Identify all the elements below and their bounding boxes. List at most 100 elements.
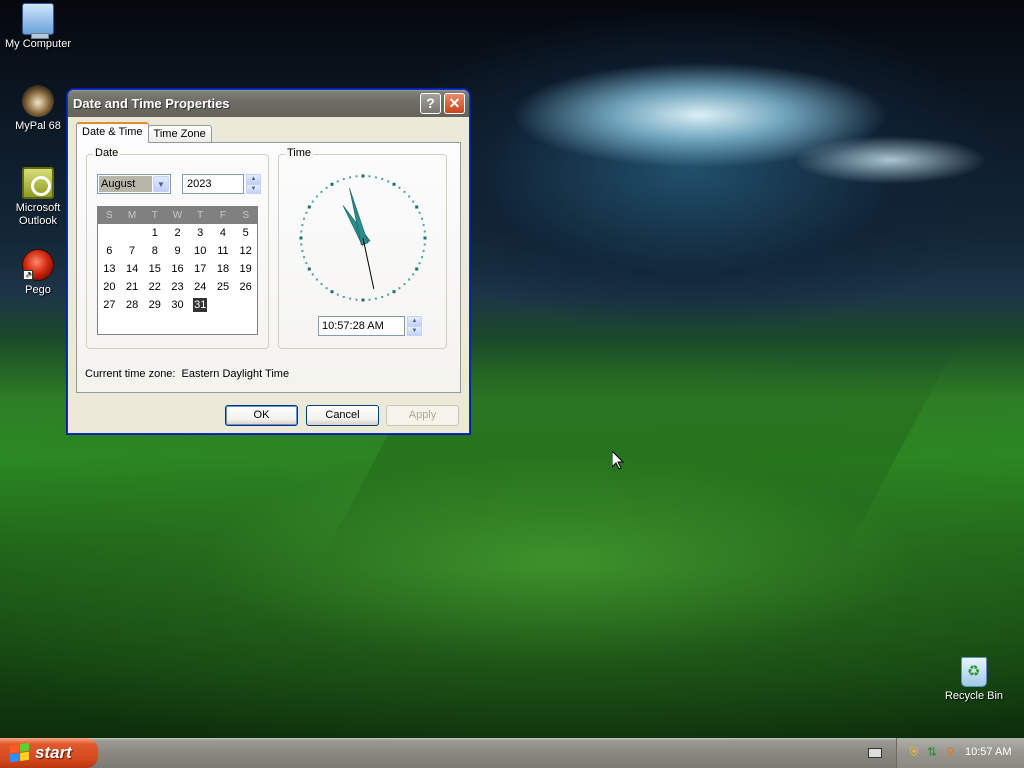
calendar-day[interactable]: 27 — [98, 296, 121, 314]
calendar-day[interactable]: 12 — [234, 242, 257, 260]
clock-minute-mark — [303, 256, 305, 259]
spin-down-icon[interactable]: ▼ — [246, 184, 261, 194]
clock-minute-mark — [398, 186, 401, 189]
mouse-cursor-icon — [612, 451, 624, 470]
clock-minute-mark — [422, 224, 425, 227]
calendar-day[interactable]: 24 — [189, 278, 212, 296]
clock-minute-mark — [368, 175, 371, 178]
calendar-day[interactable]: 15 — [143, 260, 166, 278]
clock-minute-mark — [305, 211, 308, 214]
calendar-day[interactable]: 26 — [234, 278, 257, 296]
spin-down-icon[interactable]: ▼ — [407, 326, 422, 336]
taskbar: start ⛨ ⇅ ⚲ 10:57 AM — [0, 738, 1024, 768]
clock-minute-mark — [421, 256, 423, 259]
weekday-label: M — [127, 210, 137, 221]
calendar-day[interactable]: 11 — [212, 242, 235, 260]
clock-minute-mark — [355, 175, 358, 178]
close-button[interactable]: ✕ — [444, 93, 465, 114]
calendar-day[interactable]: 25 — [212, 278, 235, 296]
calendar-day[interactable]: 19 — [234, 260, 257, 278]
clock-minute-mark — [387, 293, 390, 296]
calendar-day-selected[interactable]: 31 — [189, 296, 212, 314]
clock-minute-mark — [320, 283, 323, 286]
clock-minute-mark — [301, 224, 304, 227]
spin-up-icon[interactable]: ▲ — [246, 174, 261, 184]
tab-time-zone[interactable]: Time Zone — [147, 125, 212, 143]
tab-date-time[interactable]: Date & Time — [76, 122, 149, 143]
desktop-icon-recycle-bin[interactable]: Recycle Bin — [934, 657, 1014, 703]
clock-minute-mark — [301, 249, 304, 252]
clock-hour-mark — [330, 290, 334, 294]
spin-up-icon[interactable]: ▲ — [407, 316, 422, 326]
dialog-body: Date & Time Time Zone Date August ▼ 2023… — [68, 117, 469, 433]
clock-minute-mark — [381, 296, 384, 298]
calendar-day[interactable]: 16 — [166, 260, 189, 278]
calendar-day[interactable]: 18 — [212, 260, 235, 278]
clock-minute-mark — [421, 217, 423, 220]
keyboard-language-icon[interactable] — [868, 748, 882, 758]
dialog-titlebar[interactable]: Date and Time Properties ? ✕ — [68, 90, 469, 117]
chevron-down-icon[interactable]: ▼ — [153, 176, 169, 192]
weekday-label: S — [242, 210, 249, 221]
start-label: start — [35, 743, 72, 762]
network-icon[interactable]: ⇅ — [925, 745, 939, 759]
month-dropdown[interactable]: August ▼ — [97, 174, 171, 194]
calendar-day[interactable]: 29 — [143, 296, 166, 314]
calendar-day[interactable]: 6 — [98, 242, 121, 260]
clock-minute-mark — [412, 200, 415, 203]
calendar-day[interactable]: 7 — [121, 242, 144, 260]
clock-minute-mark — [381, 178, 384, 180]
calendar-day[interactable]: 21 — [121, 278, 144, 296]
calendar-day[interactable]: 22 — [143, 278, 166, 296]
calendar-day[interactable]: 10 — [189, 242, 212, 260]
cancel-button[interactable]: Cancel — [306, 405, 379, 426]
calendar-day[interactable]: 14 — [121, 260, 144, 278]
start-button[interactable]: start — [0, 738, 98, 768]
clock-hour-mark — [415, 267, 419, 271]
calendar-day[interactable]: 9 — [166, 242, 189, 260]
month-calendar[interactable]: S M T W T F S 1 2 3 4 5 6 7 8 9 10 11 12 13 14 15 16 17 1… — [97, 206, 258, 335]
calendar-day[interactable]: 23 — [166, 278, 189, 296]
desktop-icon-my-computer[interactable]: My Computer — [0, 3, 78, 51]
year-spinner[interactable]: ▲ ▼ — [246, 174, 261, 194]
time-spinner[interactable]: ▲ ▼ — [407, 316, 422, 336]
calendar-day[interactable]: 4 — [212, 224, 235, 242]
tab-strip: Date & Time Time Zone — [76, 122, 212, 143]
weekday-label: S — [106, 210, 113, 221]
help-button[interactable]: ? — [420, 93, 441, 114]
calendar-day[interactable]: 1 — [143, 224, 166, 242]
search-icon[interactable]: ⚲ — [943, 745, 957, 759]
current-timezone-line: Current time zone: Eastern Daylight Time — [85, 368, 289, 380]
clock-minute-mark — [300, 230, 303, 233]
calendar-day[interactable]: 5 — [234, 224, 257, 242]
calendar-day[interactable]: 28 — [121, 296, 144, 314]
dialog-title: Date and Time Properties — [73, 96, 230, 111]
clock-minute-mark — [355, 298, 358, 301]
clock-minute-mark — [303, 217, 305, 220]
clock-minute-mark — [311, 273, 314, 276]
calendar-day[interactable]: 13 — [98, 260, 121, 278]
timezone-value: Eastern Daylight Time — [181, 368, 290, 380]
calendar-day[interactable]: 30 — [166, 296, 189, 314]
apply-button[interactable]: Apply — [386, 405, 459, 426]
clock-hour-mark — [415, 205, 419, 209]
ok-button[interactable]: OK — [225, 405, 298, 426]
clock-minute-mark — [315, 195, 318, 198]
weekday-label: T — [197, 210, 204, 221]
security-shield-icon[interactable]: ⛨ — [907, 745, 921, 759]
calendar-day[interactable]: 3 — [189, 224, 212, 242]
outlook-icon — [22, 167, 54, 199]
calendar-day[interactable]: 17 — [189, 260, 212, 278]
year-field[interactable]: 2023 — [182, 174, 244, 194]
time-group-label: Time — [285, 147, 314, 159]
date-groupbox: Date August ▼ 2023 ▲ ▼ S M T W T F S 1 2… — [86, 147, 269, 349]
calendar-week-row: 13 14 15 16 17 18 19 — [98, 260, 257, 278]
calendar-day — [212, 296, 235, 314]
clock-minute-mark — [418, 262, 421, 265]
calendar-day[interactable]: 20 — [98, 278, 121, 296]
clock-second-hand — [362, 237, 375, 290]
calendar-day[interactable]: 8 — [143, 242, 166, 260]
calendar-day[interactable]: 2 — [166, 224, 189, 242]
taskbar-clock[interactable]: 10:57 AM — [965, 746, 1011, 758]
time-field[interactable]: 10:57:28 AM — [318, 316, 405, 336]
